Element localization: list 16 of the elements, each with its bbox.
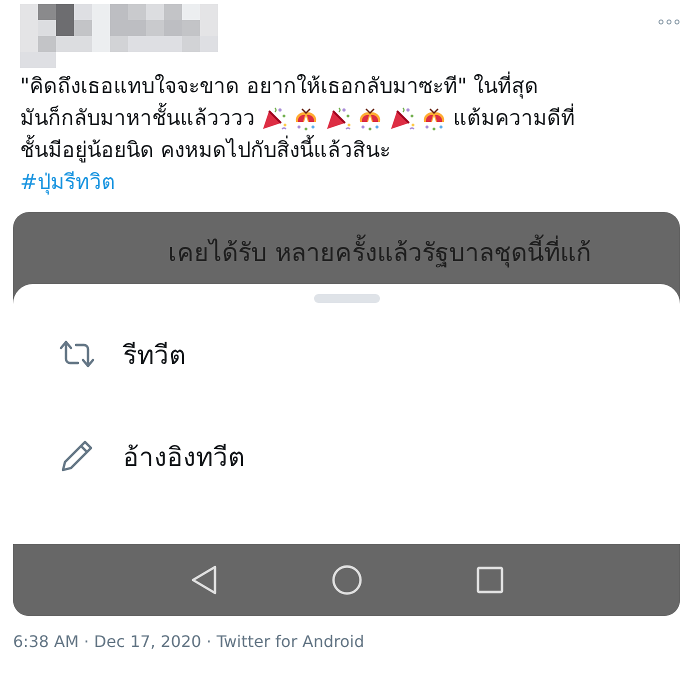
tweet-text: "คิดถึงเธอแทบใจจะขาด อยากให้เธอกลับมาซะที" ในที่สุด [20,70,539,102]
home-icon[interactable] [330,564,362,596]
timestamp: 6:38 AM · Dec 17, 2020 · Twitter for Android [13,632,364,651]
tweet-text: ชั้นมีอยู่น้อยนิด คงหมดไปกับสิ่งนี้แล้วสินะ [20,134,391,166]
tweet-text: มันก็กลับมาหาชั้นแล้วววว [20,102,255,134]
party-popper-icon [325,105,351,131]
recents-icon[interactable] [476,566,504,594]
party-popper-icon [261,105,287,131]
party-popper-icon [389,105,415,131]
drag-handle[interactable] [314,294,380,303]
back-icon[interactable] [190,565,218,595]
pencil-icon [59,438,95,474]
menu-option[interactable]: รีทวีต [123,334,186,374]
tweet-text: แต้มความดีที่ [453,102,575,134]
retweet-icon [59,339,95,369]
menu-option[interactable]: อ้างอิงทวีต [123,436,245,476]
